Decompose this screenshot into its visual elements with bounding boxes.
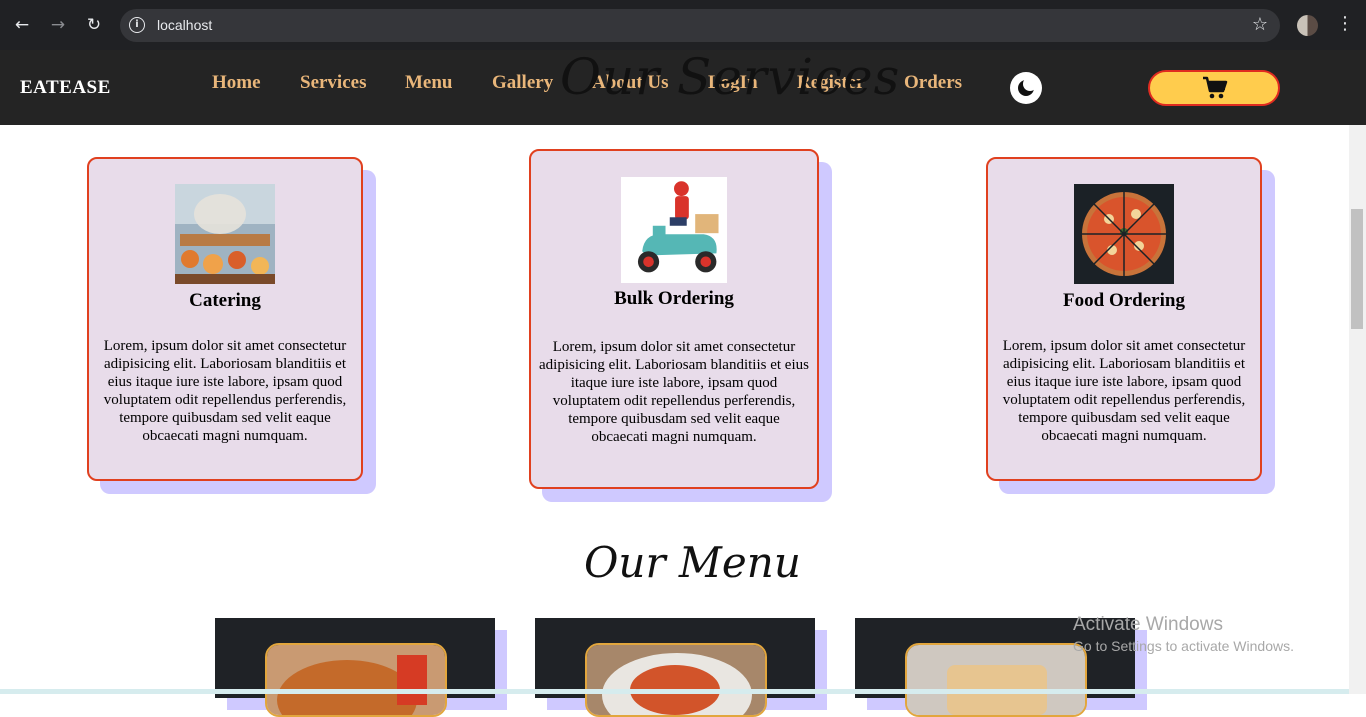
address-bar[interactable]: i localhost ☆ (120, 9, 1280, 42)
service-card-text: Lorem, ipsum dolor sit amet consectetur … (539, 339, 809, 445)
menu-card[interactable] (215, 618, 495, 717)
back-icon[interactable]: ← (11, 14, 33, 36)
service-card-title: Catering (189, 290, 261, 311)
cart-button[interactable] (1148, 70, 1280, 106)
menu-card[interactable] (535, 618, 815, 717)
service-card-catering: Catering Lorem, ipsum dolor sit amet con… (87, 157, 363, 481)
nav-orders[interactable]: Orders (904, 72, 962, 94)
sandwich-image (907, 645, 1085, 715)
catering-image (175, 184, 275, 284)
browser-toolbar: ← → ↻ i localhost ☆ ⋮ (0, 0, 1366, 50)
bookmark-star-icon[interactable]: ☆ (1252, 14, 1268, 35)
site-info-icon[interactable]: i (129, 17, 145, 33)
page-scrollbar[interactable] (1349, 125, 1366, 694)
menu-item-image (265, 643, 447, 717)
site-logo[interactable]: EATEASE (20, 77, 111, 99)
services-section-title: Our Services (560, 48, 901, 106)
reload-icon[interactable]: ↻ (83, 14, 105, 36)
burger-image (267, 645, 445, 715)
menu-section-title: Our Menu (584, 538, 801, 587)
menu-item-image (905, 643, 1087, 717)
pasta-image (587, 645, 765, 715)
service-card-food-ordering: Food Ordering Lorem, ipsum dolor sit ame… (986, 157, 1262, 481)
moon-icon-cutout (1023, 77, 1037, 91)
forward-icon[interactable]: → (47, 14, 69, 36)
service-card-title: Food Ordering (1063, 290, 1185, 311)
profile-avatar[interactable] (1297, 15, 1318, 36)
nav-gallery[interactable]: Gallery (492, 72, 553, 94)
delivery-scooter-image (621, 177, 727, 283)
windows-activation-watermark: Activate Windows Go to Settings to activ… (1073, 614, 1294, 654)
address-url[interactable]: localhost (157, 17, 212, 33)
service-card-text: Lorem, ipsum dolor sit amet consectetur … (1002, 338, 1246, 444)
service-card-bulk-ordering: Bulk Ordering Lorem, ipsum dolor sit ame… (529, 149, 819, 489)
browser-menu-icon[interactable]: ⋮ (1336, 13, 1354, 34)
nav-home[interactable]: Home (212, 72, 261, 94)
shopping-cart-icon (1203, 76, 1228, 99)
pizza-image (1074, 184, 1174, 284)
watermark-line-2: Go to Settings to activate Windows. (1073, 638, 1294, 654)
watermark-line-1: Activate Windows (1073, 614, 1223, 635)
menu-item-image (585, 643, 767, 717)
nav-services[interactable]: Services (300, 72, 366, 94)
service-card-title: Bulk Ordering (614, 288, 734, 309)
scrollbar-thumb[interactable] (1351, 209, 1363, 329)
nav-menu[interactable]: Menu (405, 72, 453, 94)
service-card-text: Lorem, ipsum dolor sit amet consectetur … (103, 338, 347, 444)
taskbar-edge (0, 689, 1349, 694)
dark-mode-toggle[interactable] (1010, 72, 1042, 104)
